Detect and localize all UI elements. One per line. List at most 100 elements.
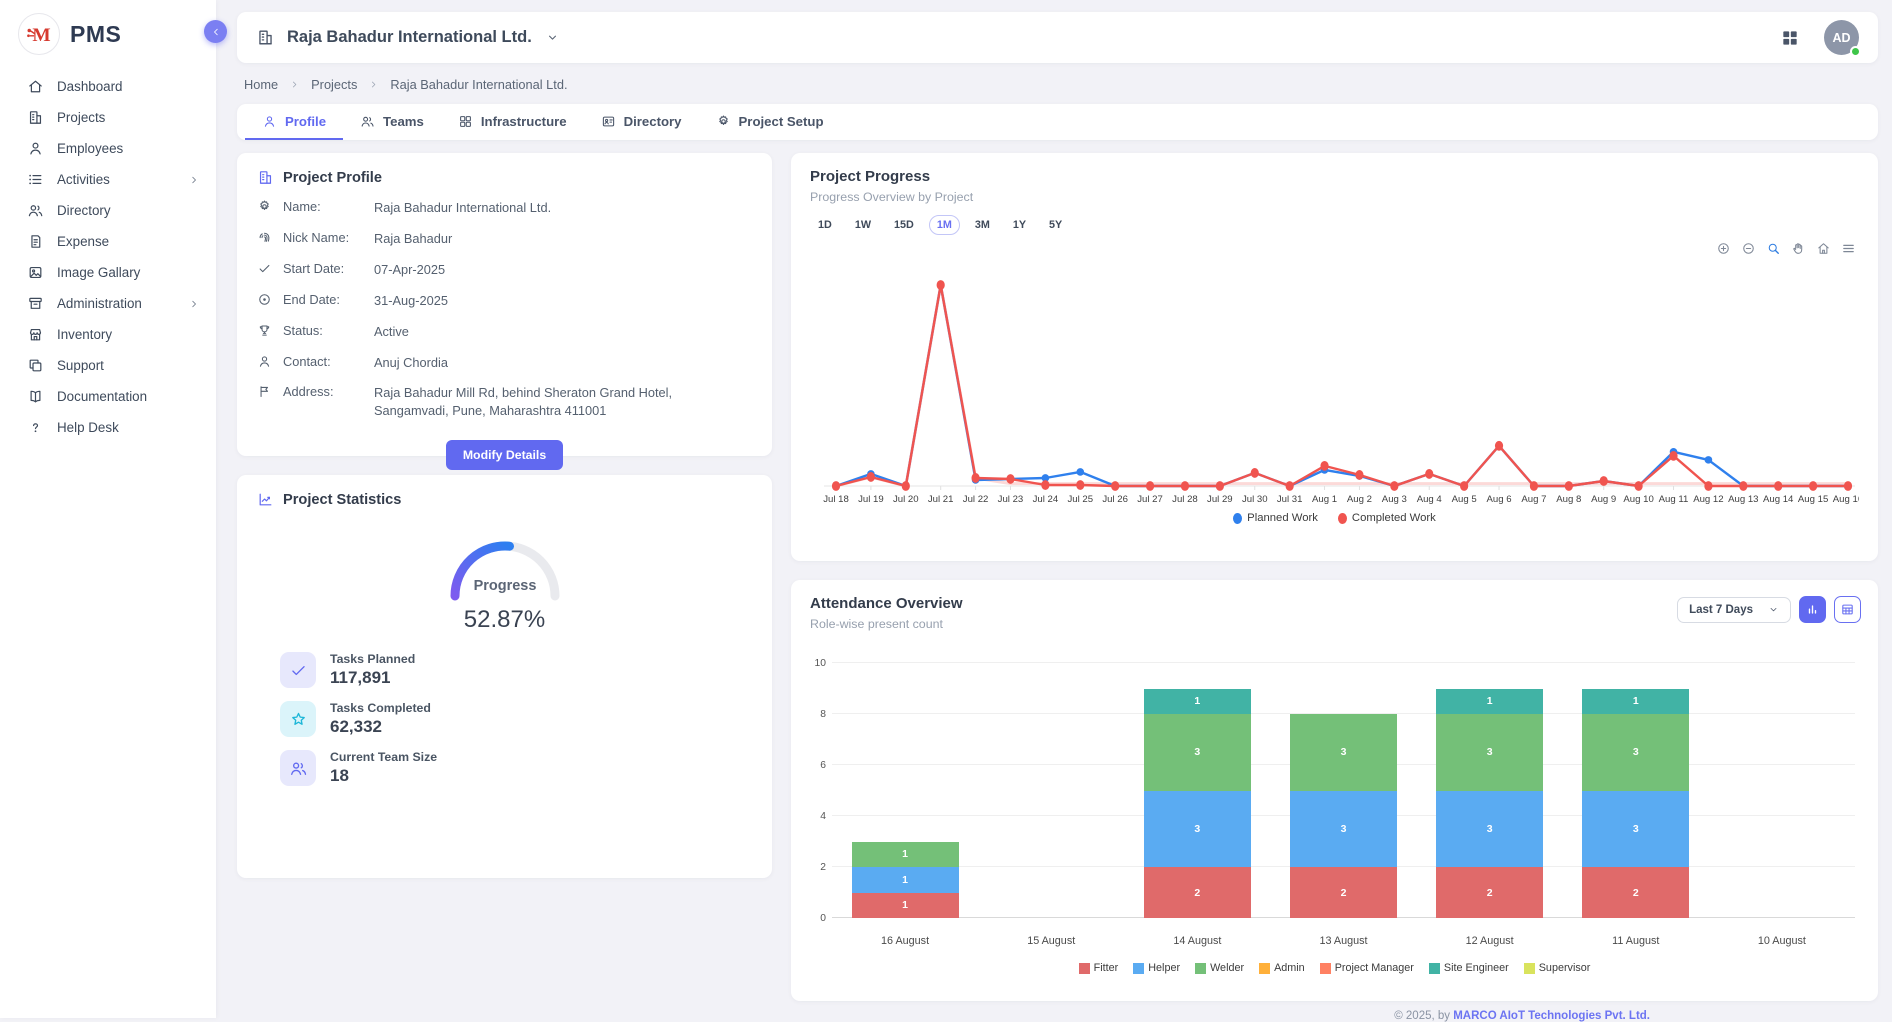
- attendance-range-select[interactable]: Last 7 Days: [1677, 597, 1791, 623]
- sidebar-item-inventory[interactable]: Inventory: [0, 319, 216, 350]
- sidebar-item-documentation[interactable]: Documentation: [0, 381, 216, 412]
- bar-column-13-august: 233: [1270, 663, 1416, 918]
- legend-completed-work[interactable]: Completed Work: [1338, 512, 1436, 524]
- apps-grid-icon[interactable]: [1780, 28, 1800, 48]
- bar-segment-helper[interactable]: 3: [1436, 791, 1543, 868]
- legend-helper[interactable]: Helper: [1133, 962, 1180, 974]
- person-icon: [257, 354, 272, 369]
- range-button-3m[interactable]: 3M: [967, 215, 998, 235]
- bar-segment-fitter[interactable]: 2: [1290, 867, 1397, 918]
- tab-label: Profile: [285, 114, 326, 129]
- legend-admin[interactable]: Admin: [1259, 962, 1305, 974]
- modebar-zoom-in-icon[interactable]: [1716, 241, 1731, 256]
- tab-directory[interactable]: Directory: [584, 104, 699, 140]
- bar-segment-helper[interactable]: 3: [1582, 791, 1689, 868]
- sidebar-item-dashboard[interactable]: Dashboard: [0, 71, 216, 102]
- sidebar-item-expense[interactable]: Expense: [0, 226, 216, 257]
- bar-segment-welder[interactable]: 3: [1582, 714, 1689, 791]
- sidebar-item-support[interactable]: Support: [0, 350, 216, 381]
- sidebar-collapse-button[interactable]: [204, 20, 227, 43]
- bar-segment-fitter[interactable]: 2: [1582, 867, 1689, 918]
- sidebar-item-image-gallary[interactable]: Image Gallary: [0, 257, 216, 288]
- field-label: Name:: [283, 199, 363, 214]
- footer-company-link[interactable]: MARCO AIoT Technologies Pvt. Ltd.: [1453, 1010, 1650, 1022]
- y-axis-label: 8: [810, 709, 826, 720]
- legend-fitter[interactable]: Fitter: [1079, 962, 1119, 974]
- tab-project-setup[interactable]: Project Setup: [699, 104, 841, 140]
- range-button-5y[interactable]: 5Y: [1041, 215, 1070, 235]
- sidebar-item-label: Documentation: [57, 389, 147, 404]
- attendance-range-value: Last 7 Days: [1689, 604, 1753, 616]
- legend-planned-work[interactable]: Planned Work: [1233, 512, 1318, 524]
- breadcrumb-item-raja-bahadur-international-ltd[interactable]: Raja Bahadur International Ltd.: [390, 77, 567, 92]
- online-status-dot: [1850, 46, 1861, 57]
- legend-project-manager[interactable]: Project Manager: [1320, 962, 1414, 974]
- legend-dot-icon: [1233, 513, 1242, 524]
- tab-infrastructure[interactable]: Infrastructure: [441, 104, 584, 140]
- project-progress-chart: Jul 18Jul 19Jul 20Jul 21Jul 22Jul 23Jul …: [810, 248, 1859, 506]
- avatar[interactable]: AD: [1824, 20, 1859, 55]
- sidebar-item-activities[interactable]: Activities: [0, 164, 216, 195]
- bar-segment-site-engineer[interactable]: 1: [1582, 689, 1689, 715]
- bar-segment-welder[interactable]: 3: [1436, 714, 1543, 791]
- table-view-button[interactable]: [1834, 596, 1861, 623]
- bar-segment-fitter[interactable]: 2: [1436, 867, 1543, 918]
- tab-label: Directory: [624, 114, 682, 129]
- gauge-label: Progress: [473, 578, 536, 594]
- sidebar-item-employees[interactable]: Employees: [0, 133, 216, 164]
- bar-segment-fitter[interactable]: 2: [1144, 867, 1251, 918]
- sidebar-item-label: Image Gallary: [57, 265, 140, 280]
- breadcrumb: Home Projects Raja Bahadur International L…: [244, 77, 1878, 92]
- check-icon: [257, 261, 272, 276]
- field-label: Status:: [283, 323, 363, 338]
- modebar-reset-axes-icon[interactable]: [1816, 241, 1831, 256]
- copy-icon: [27, 357, 44, 374]
- range-button-1m[interactable]: 1M: [929, 215, 960, 235]
- modify-details-button[interactable]: Modify Details: [446, 440, 563, 470]
- modebar-menu-icon[interactable]: [1841, 241, 1856, 256]
- help-icon: [27, 419, 44, 436]
- svg-text:Jul 31: Jul 31: [1277, 494, 1303, 505]
- range-button-1y[interactable]: 1Y: [1005, 215, 1034, 235]
- book-icon: [27, 388, 44, 405]
- bar-chart-view-button[interactable]: [1799, 596, 1826, 623]
- stat-tasks-planned: Tasks Planned 117,891: [280, 652, 752, 688]
- bar-column-11-august: 2331: [1563, 663, 1709, 918]
- bar-segment-fitter[interactable]: 1: [852, 893, 959, 919]
- range-button-1w[interactable]: 1W: [847, 215, 879, 235]
- footer-copyright: © 2025, by: [1394, 1010, 1453, 1022]
- bar-segment-helper[interactable]: 3: [1144, 791, 1251, 868]
- sidebar-item-directory[interactable]: Directory: [0, 195, 216, 226]
- sidebar-item-label: Expense: [57, 234, 109, 249]
- tab-profile[interactable]: Profile: [245, 104, 343, 140]
- range-button-1d[interactable]: 1D: [810, 215, 840, 235]
- sidebar-item-administration[interactable]: Administration: [0, 288, 216, 319]
- legend-welder[interactable]: Welder: [1195, 962, 1244, 974]
- legend-label: Site Engineer: [1444, 962, 1509, 974]
- svg-text:Jul 18: Jul 18: [823, 494, 849, 505]
- breadcrumb-item-projects[interactable]: Projects: [311, 77, 357, 92]
- breadcrumb-item-home[interactable]: Home: [244, 77, 278, 92]
- legend-supervisor[interactable]: Supervisor: [1524, 962, 1591, 974]
- legend-site-engineer[interactable]: Site Engineer: [1429, 962, 1509, 974]
- tab-teams[interactable]: Teams: [343, 104, 441, 140]
- bar-segment-welder[interactable]: 1: [852, 842, 959, 868]
- person-icon: [27, 140, 44, 157]
- modebar-pan-icon[interactable]: [1791, 241, 1806, 256]
- y-axis-label: 10: [810, 658, 826, 669]
- bar-segment-welder[interactable]: 3: [1290, 714, 1397, 791]
- bar-segment-welder[interactable]: 3: [1144, 714, 1251, 791]
- modebar-zoom-icon[interactable]: [1766, 241, 1781, 256]
- attendance-legend: Fitter Helper Welder Admin Project Manag…: [810, 962, 1859, 974]
- sidebar-item-help-desk[interactable]: Help Desk: [0, 412, 216, 443]
- legend-label: Fitter: [1094, 962, 1119, 974]
- bar-segment-site-engineer[interactable]: 1: [1436, 689, 1543, 715]
- sidebar-item-projects[interactable]: Projects: [0, 102, 216, 133]
- bar-segment-helper[interactable]: 1: [852, 867, 959, 893]
- company-selector[interactable]: Raja Bahadur International Ltd.: [256, 28, 559, 47]
- progress-gauge: Progress 52.87%: [257, 532, 752, 634]
- bar-segment-site-engineer[interactable]: 1: [1144, 689, 1251, 715]
- modebar-zoom-out-icon[interactable]: [1741, 241, 1756, 256]
- bar-segment-helper[interactable]: 3: [1290, 791, 1397, 868]
- range-button-15d[interactable]: 15D: [886, 215, 922, 235]
